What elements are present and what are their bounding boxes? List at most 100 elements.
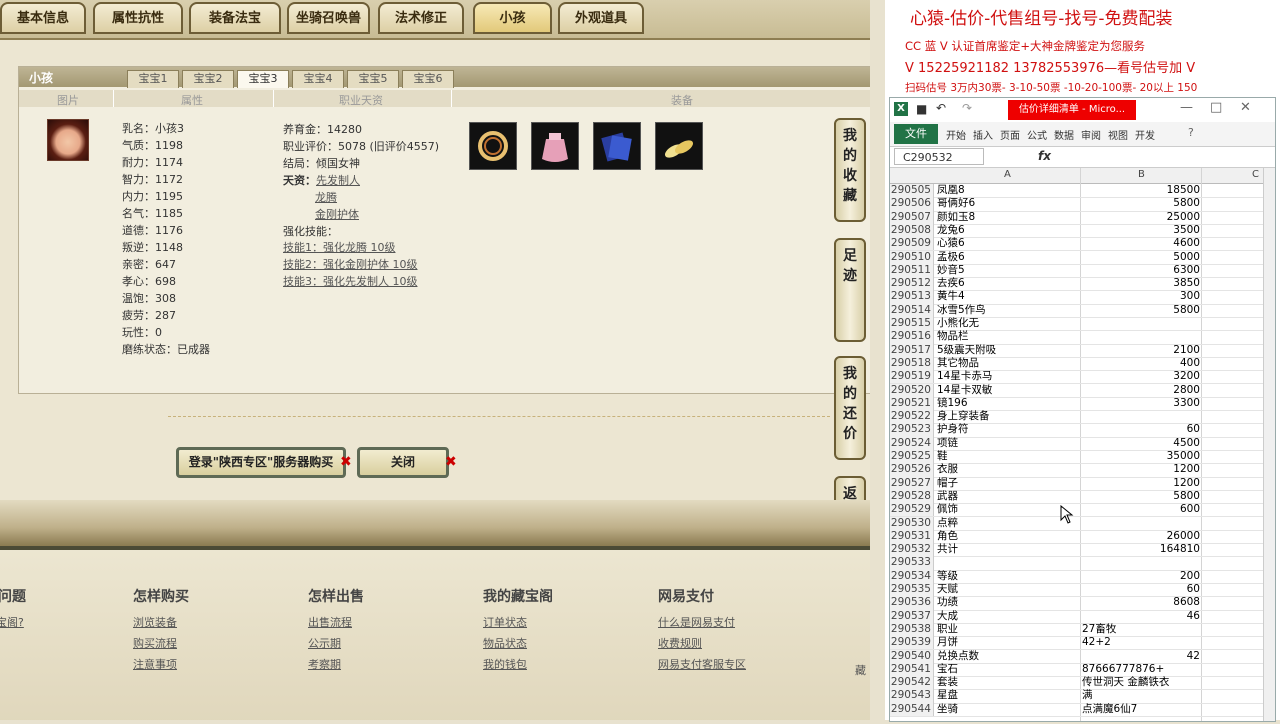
- row-number[interactable]: 290534: [890, 569, 934, 583]
- row-number[interactable]: 290533: [890, 556, 934, 570]
- cell-b[interactable]: 87666777876+: [1082, 663, 1200, 676]
- cell-b[interactable]: 传世洞天 金麟铁衣: [1082, 676, 1200, 689]
- buy-login-button[interactable]: 登录"陕西专区"服务器购买: [176, 447, 346, 478]
- cell-b[interactable]: 2800: [1082, 384, 1200, 397]
- cell-b[interactable]: 60: [1082, 583, 1200, 596]
- help-icon[interactable]: ?: [1188, 126, 1194, 139]
- row-number[interactable]: 290531: [890, 529, 934, 544]
- cell-b[interactable]: 4600: [1082, 237, 1200, 250]
- row-number[interactable]: 290518: [890, 356, 934, 371]
- cell-b[interactable]: 3500: [1082, 224, 1200, 237]
- cell-a[interactable]: 颜如玉8: [937, 211, 1079, 224]
- row-number[interactable]: 290519: [890, 370, 934, 384]
- fx-icon[interactable]: fx: [1038, 149, 1051, 163]
- footer-link[interactable]: 网易支付客服专区: [658, 656, 746, 672]
- cell-a[interactable]: 鞋: [937, 450, 1079, 463]
- maximize-icon[interactable]: □: [1210, 100, 1222, 115]
- cell-a[interactable]: 凤凰8: [937, 184, 1079, 197]
- row-number[interactable]: 290512: [890, 277, 934, 291]
- cell-a[interactable]: 职业: [937, 623, 1079, 636]
- my-favorites-button[interactable]: 我的收藏: [834, 118, 866, 222]
- footer-link[interactable]: 我的钱包: [483, 656, 527, 672]
- cell-a[interactable]: 护身符: [937, 423, 1079, 436]
- cell-a[interactable]: 月饼: [937, 636, 1079, 649]
- cell-a[interactable]: 妙音5: [937, 264, 1079, 277]
- row-number[interactable]: 290530: [890, 516, 934, 530]
- cell-b[interactable]: 5800: [1082, 304, 1200, 317]
- cell-b[interactable]: 18500: [1082, 184, 1200, 197]
- file-tab[interactable]: 文件: [894, 124, 938, 144]
- cell-b[interactable]: 35000: [1082, 450, 1200, 463]
- top-tab[interactable]: 外观道具: [558, 2, 644, 34]
- cell-a[interactable]: 套装: [937, 676, 1079, 689]
- cell-a[interactable]: 心猿6: [937, 237, 1079, 250]
- ribbon-tab[interactable]: 审阅: [1081, 127, 1101, 142]
- row-number[interactable]: 290526: [890, 463, 934, 477]
- cell-a[interactable]: 哥俩好6: [937, 197, 1079, 210]
- cell-b[interactable]: 1200: [1082, 477, 1200, 490]
- ribbon-tab[interactable]: 公式: [1027, 127, 1047, 142]
- cell-a[interactable]: 14星卡双敏: [937, 384, 1079, 397]
- cell-b[interactable]: 42+2: [1082, 636, 1200, 649]
- row-number[interactable]: 290536: [890, 596, 934, 610]
- footer-link[interactable]: 注意事项: [133, 656, 177, 672]
- row-number[interactable]: 290539: [890, 636, 934, 650]
- footer-link[interactable]: 浏览装备: [133, 614, 177, 630]
- col-c-header[interactable]: C: [1252, 169, 1259, 180]
- cell-b[interactable]: 200: [1082, 570, 1200, 583]
- cell-a[interactable]: 坐骑: [937, 703, 1079, 716]
- cell-b[interactable]: 4500: [1082, 437, 1200, 450]
- footprint-button[interactable]: 足迹: [834, 238, 866, 342]
- cell-a[interactable]: 黄牛4: [937, 290, 1079, 303]
- row-number[interactable]: 290544: [890, 702, 934, 716]
- talent-link-3[interactable]: 金刚护体: [315, 208, 359, 221]
- save-icon[interactable]: ■: [916, 102, 927, 116]
- equip-slot-2[interactable]: [531, 122, 579, 170]
- cell-b[interactable]: 60: [1082, 423, 1200, 436]
- cell-a[interactable]: 兑换点数: [937, 650, 1079, 663]
- baby-tab[interactable]: 宝宝1: [127, 70, 179, 88]
- cell-b[interactable]: 5800: [1082, 197, 1200, 210]
- talent-link-1[interactable]: 先发制人: [316, 174, 360, 187]
- undo-icon[interactable]: ↶: [936, 101, 946, 115]
- row-number[interactable]: 290542: [890, 676, 934, 690]
- row-number[interactable]: 290521: [890, 396, 934, 411]
- cell-b[interactable]: 6300: [1082, 264, 1200, 277]
- row-number[interactable]: 290537: [890, 609, 934, 623]
- cell-a[interactable]: 点粹: [937, 517, 1079, 530]
- cell-a[interactable]: 星盘: [937, 689, 1079, 702]
- cell-a[interactable]: 龙兔6: [937, 224, 1079, 237]
- equip-slot-4[interactable]: [655, 122, 703, 170]
- cell-a[interactable]: 物品栏: [937, 330, 1079, 343]
- row-number[interactable]: 290511: [890, 263, 934, 278]
- cell-b[interactable]: 42: [1082, 650, 1200, 663]
- ribbon-tab[interactable]: 插入: [973, 127, 993, 142]
- baby-tab[interactable]: 宝宝6: [402, 70, 454, 88]
- redo-icon[interactable]: ↷: [962, 101, 972, 115]
- cell-b[interactable]: 164810: [1082, 543, 1200, 556]
- minimize-icon[interactable]: —: [1180, 100, 1193, 115]
- row-number[interactable]: 290520: [890, 383, 934, 397]
- cell-b[interactable]: 26000: [1082, 530, 1200, 543]
- equip-slot-1[interactable]: [469, 122, 517, 170]
- row-number[interactable]: 290541: [890, 662, 934, 677]
- col-b-header[interactable]: B: [1138, 169, 1145, 180]
- cell-a[interactable]: 5级震天附吸: [937, 344, 1079, 357]
- top-tab[interactable]: 基本信息: [0, 2, 86, 34]
- cell-a[interactable]: 共计: [937, 543, 1079, 556]
- ribbon-tab[interactable]: 页面: [1000, 127, 1020, 142]
- cell-b[interactable]: 400: [1082, 357, 1200, 370]
- cell-a[interactable]: 14星卡赤马: [937, 370, 1079, 383]
- top-tab[interactable]: 坐骑召唤兽: [287, 2, 370, 34]
- cell-a[interactable]: 宝石: [937, 663, 1079, 676]
- footer-link[interactable]: 订单状态: [483, 614, 527, 630]
- ribbon-tab[interactable]: 视图: [1108, 127, 1128, 142]
- row-number[interactable]: 290510: [890, 250, 934, 264]
- cell-a[interactable]: 天赋: [937, 583, 1079, 596]
- footer-link[interactable]: 物品状态: [483, 635, 527, 651]
- row-number[interactable]: 290507: [890, 210, 934, 224]
- ribbon-tab[interactable]: 数据: [1054, 127, 1074, 142]
- row-number[interactable]: 290525: [890, 450, 934, 464]
- top-tab[interactable]: 属性抗性: [93, 2, 183, 34]
- row-number[interactable]: 290506: [890, 197, 934, 211]
